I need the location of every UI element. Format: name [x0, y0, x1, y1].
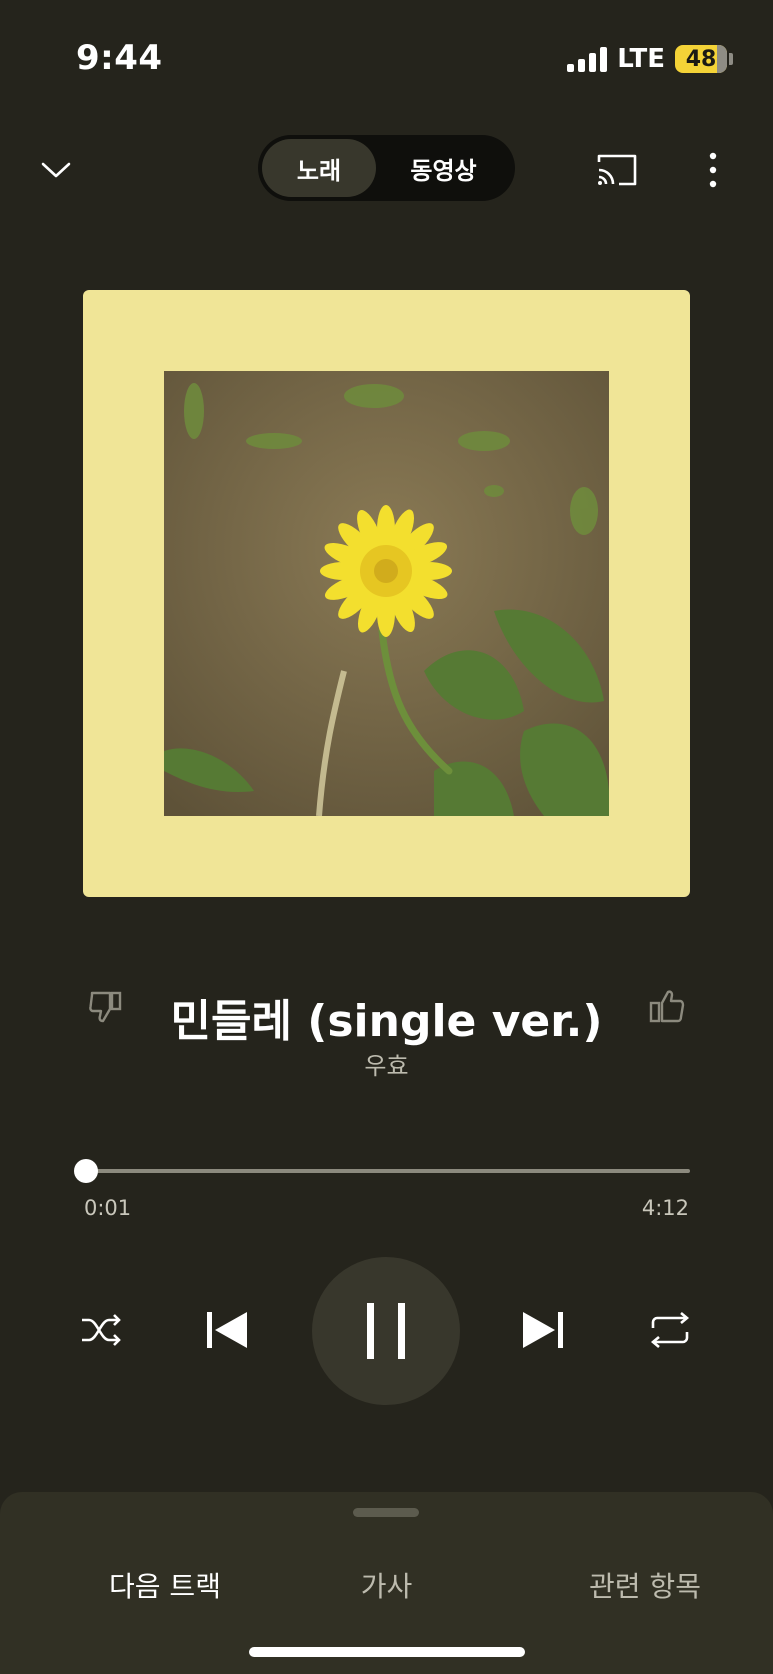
tab-lyrics[interactable]: 가사: [300, 1565, 473, 1605]
tab-related[interactable]: 관련 항목: [540, 1565, 750, 1605]
network-type: LTE: [617, 44, 665, 74]
progress-knob[interactable]: [74, 1159, 99, 1183]
home-indicator[interactable]: [249, 1647, 525, 1657]
cast-icon[interactable]: [592, 148, 642, 192]
track-title: 민들레 (single ver.): [170, 996, 603, 1047]
pause-button[interactable]: [312, 1257, 460, 1405]
tab-video[interactable]: 동영상: [376, 139, 511, 197]
next-icon[interactable]: [518, 1308, 568, 1352]
elapsed-time: 0:01: [84, 1196, 132, 1220]
progress-bar[interactable]: [84, 1169, 690, 1173]
previous-icon[interactable]: [202, 1308, 252, 1352]
battery-icon: 48: [675, 45, 727, 73]
status-time: 9:44: [76, 38, 163, 78]
repeat-icon[interactable]: [646, 1308, 694, 1352]
sheet-grabber[interactable]: [353, 1508, 419, 1517]
pause-icon: [367, 1303, 405, 1359]
song-video-toggle: 노래 동영상: [258, 135, 515, 201]
thumbs-up-icon[interactable]: [644, 985, 688, 1029]
more-vertical-icon[interactable]: [703, 150, 723, 194]
album-art-image: [164, 371, 609, 816]
shuffle-icon[interactable]: [78, 1308, 126, 1352]
total-time: 4:12: [641, 1196, 689, 1220]
tab-up-next[interactable]: 다음 트랙: [60, 1565, 270, 1605]
tab-song[interactable]: 노래: [262, 139, 376, 197]
chevron-down-icon[interactable]: [36, 150, 76, 190]
battery-level: 48: [685, 46, 717, 72]
cellular-signal-icon: [567, 46, 608, 72]
track-artist[interactable]: 우효: [0, 1046, 773, 1081]
status-indicators: LTE 48: [567, 44, 733, 74]
